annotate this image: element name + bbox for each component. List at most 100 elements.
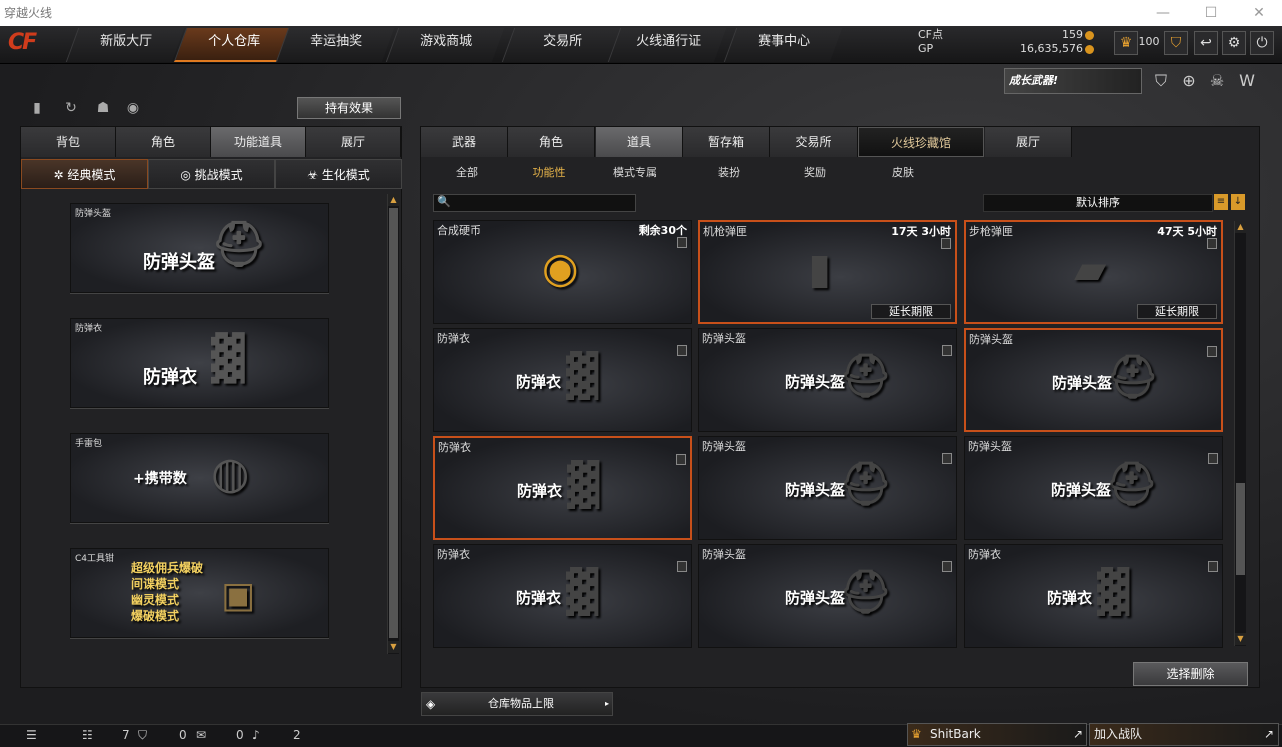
trash-icon[interactable] <box>677 237 687 248</box>
left-scrollbar[interactable]: ▲ ▼ <box>387 194 399 654</box>
hold-effect-button[interactable]: 持有效果 <box>297 97 401 119</box>
shield-icon[interactable]: ⛉ <box>1164 31 1188 55</box>
trash-icon[interactable] <box>1208 561 1218 572</box>
sub-tab[interactable]: 模式专属 <box>606 164 664 182</box>
sub-tab[interactable]: 奖励 <box>786 164 844 182</box>
character-icon[interactable]: ☗ <box>94 100 112 118</box>
item-card[interactable]: C4工具钳 超级佣兵爆破 间谍模式 幽灵模式 爆破模式 ▣ <box>70 548 329 638</box>
trash-icon[interactable] <box>1207 238 1217 249</box>
item-card[interactable]: 防弹头盔 ⛑ 防弹头盔 <box>964 436 1223 540</box>
sort-order-icon[interactable]: ↓ <box>1231 194 1245 210</box>
right-tab[interactable]: 火线珍藏馆 <box>858 127 984 157</box>
close-button[interactable]: ✕ <box>1236 0 1282 26</box>
sub-tab[interactable]: 皮肤 <box>874 164 932 182</box>
right-tab[interactable]: 道具 <box>596 127 683 157</box>
item-card[interactable]: 防弹衣 ▓ 防弹衣 <box>433 436 692 540</box>
nav-tab[interactable]: 游戏商城 <box>385 28 505 62</box>
badge-icon[interactable]: ⛉ <box>1150 70 1172 92</box>
nav-tab[interactable]: 火线通行证 <box>607 28 727 62</box>
right-tab[interactable]: 角色 <box>508 127 595 157</box>
item-card[interactable]: 手雷包 +携带数 ◍ <box>70 433 329 523</box>
trash-icon[interactable] <box>942 345 952 356</box>
item-card[interactable]: 防弹衣 ▓ 防弹衣 <box>433 328 692 432</box>
right-scrollbar[interactable]: ▲ ▼ <box>1234 221 1246 646</box>
scroll-up-icon[interactable]: ▲ <box>388 194 399 206</box>
right-tab[interactable]: 交易所 <box>770 127 858 157</box>
item-card[interactable]: 防弹衣 防弹衣 ▓ <box>70 318 329 408</box>
sound-icon[interactable]: ♪ <box>252 728 260 742</box>
refresh-icon[interactable]: ↻ <box>62 100 80 118</box>
stats-icon[interactable]: ▮ <box>28 100 46 118</box>
right-tab[interactable]: 武器 <box>421 127 508 157</box>
trash-icon[interactable] <box>676 454 686 465</box>
list-view-icon[interactable]: ≡ <box>1214 194 1228 210</box>
rank-icon[interactable]: ♛ <box>1114 31 1138 55</box>
gp-label: GP <box>918 42 934 55</box>
minimize-button[interactable]: — <box>1140 0 1186 26</box>
trash-icon[interactable] <box>942 453 952 464</box>
item-card[interactable]: 防弹衣 ▓ 防弹衣 <box>433 544 692 648</box>
shield-status-icon[interactable]: ⛉ <box>138 728 147 743</box>
growth-weapon-banner[interactable]: 成长武器! <box>1004 68 1142 94</box>
search-input[interactable]: 🔍 <box>433 194 636 212</box>
sub-tab[interactable]: 功能性 <box>520 164 578 182</box>
sub-tab[interactable]: 全部 <box>438 164 496 182</box>
scroll-thumb[interactable] <box>389 208 398 638</box>
return-icon[interactable]: ↩ <box>1194 31 1218 55</box>
extend-button[interactable]: 延长期限 <box>871 304 951 319</box>
item-card[interactable]: 机枪弹匣 17天 3小时 ▮ 延长期限 <box>698 220 957 324</box>
grenade-icon[interactable]: ◉ <box>124 100 142 118</box>
scroll-thumb[interactable] <box>1236 483 1245 575</box>
right-tab[interactable]: 展厅 <box>985 127 1072 157</box>
item-card[interactable]: 防弹头盔 ⛑ 防弹头盔 <box>698 544 957 648</box>
item-card[interactable]: 防弹衣 ▓ 防弹衣 <box>964 544 1223 648</box>
power-icon[interactable]: ⏻ <box>1250 31 1274 55</box>
join-clan-panel[interactable]: 加入战队 ↗ <box>1089 723 1279 746</box>
nav-tab[interactable]: 赛事中心 <box>723 28 843 62</box>
item-card[interactable]: 防弹头盔 ⛑ 防弹头盔 <box>964 328 1223 432</box>
mode-tab[interactable]: ✲ 经典模式 <box>21 159 148 189</box>
trash-icon[interactable] <box>942 561 952 572</box>
user-panel[interactable]: ♛ ShitBark ↗ <box>907 723 1087 746</box>
left-tab[interactable]: 角色 <box>116 127 211 157</box>
right-tab[interactable]: 暂存箱 <box>683 127 770 157</box>
sub-tab[interactable]: 装扮 <box>700 164 758 182</box>
extend-button[interactable]: 延长期限 <box>1137 304 1217 319</box>
left-tab[interactable]: 背包 <box>21 127 116 157</box>
nav-tab[interactable]: 交易所 <box>501 28 621 62</box>
cf-logo[interactable]: CF <box>8 30 64 60</box>
skull-icon[interactable]: ☠ <box>1206 70 1228 92</box>
crosshair-icon[interactable]: ⊕ <box>1178 70 1200 92</box>
item-card[interactable]: 合成硬币 剩余30个 ◉ <box>433 220 692 324</box>
external-icon[interactable]: ↗ <box>1073 724 1083 745</box>
item-card[interactable]: 防弹头盔 ⛑ 防弹头盔 <box>698 436 957 540</box>
nav-tab[interactable]: 个人仓库 <box>173 28 293 62</box>
item-card[interactable]: 步枪弹匣 47天 5小时 ▰ 延长期限 <box>964 220 1223 324</box>
menu-icon[interactable]: ☰ <box>26 728 37 742</box>
item-card[interactable]: 防弹头盔 防弹头盔 ⛑ <box>70 203 329 293</box>
scroll-down-icon[interactable]: ▼ <box>388 641 399 653</box>
trash-icon[interactable] <box>941 238 951 249</box>
nav-tab[interactable]: 幸运抽奖 <box>275 28 395 62</box>
scroll-down-icon[interactable]: ▼ <box>1235 633 1246 645</box>
mode-tab[interactable]: ◎ 挑战模式 <box>148 159 275 189</box>
friends-icon[interactable]: ☷ <box>82 728 93 742</box>
nav-tab[interactable]: 新版大厅 <box>65 28 185 62</box>
trash-icon[interactable] <box>677 561 687 572</box>
left-tab[interactable]: 功能道具 <box>211 127 306 157</box>
maximize-button[interactable]: ☐ <box>1188 0 1234 26</box>
chat-icon[interactable]: ✉ <box>196 728 206 742</box>
sort-select[interactable]: 默认排序 <box>983 194 1213 212</box>
external-icon[interactable]: ↗ <box>1264 724 1274 745</box>
mode-tab[interactable]: ☣ 生化模式 <box>275 159 402 189</box>
trash-icon[interactable] <box>1207 346 1217 357</box>
trash-icon[interactable] <box>1208 453 1218 464</box>
gear-icon[interactable]: ⚙ <box>1222 31 1246 55</box>
select-delete-button[interactable]: 选择删除 <box>1133 662 1248 686</box>
wings-icon[interactable]: W <box>1236 70 1258 92</box>
trash-icon[interactable] <box>677 345 687 356</box>
left-tab[interactable]: 展厅 <box>306 127 401 157</box>
item-card[interactable]: 防弹头盔 ⛑ 防弹头盔 <box>698 328 957 432</box>
capacity-bar[interactable]: ◈ 仓库物品上限 ▸ <box>421 692 613 716</box>
scroll-up-icon[interactable]: ▲ <box>1235 221 1246 233</box>
